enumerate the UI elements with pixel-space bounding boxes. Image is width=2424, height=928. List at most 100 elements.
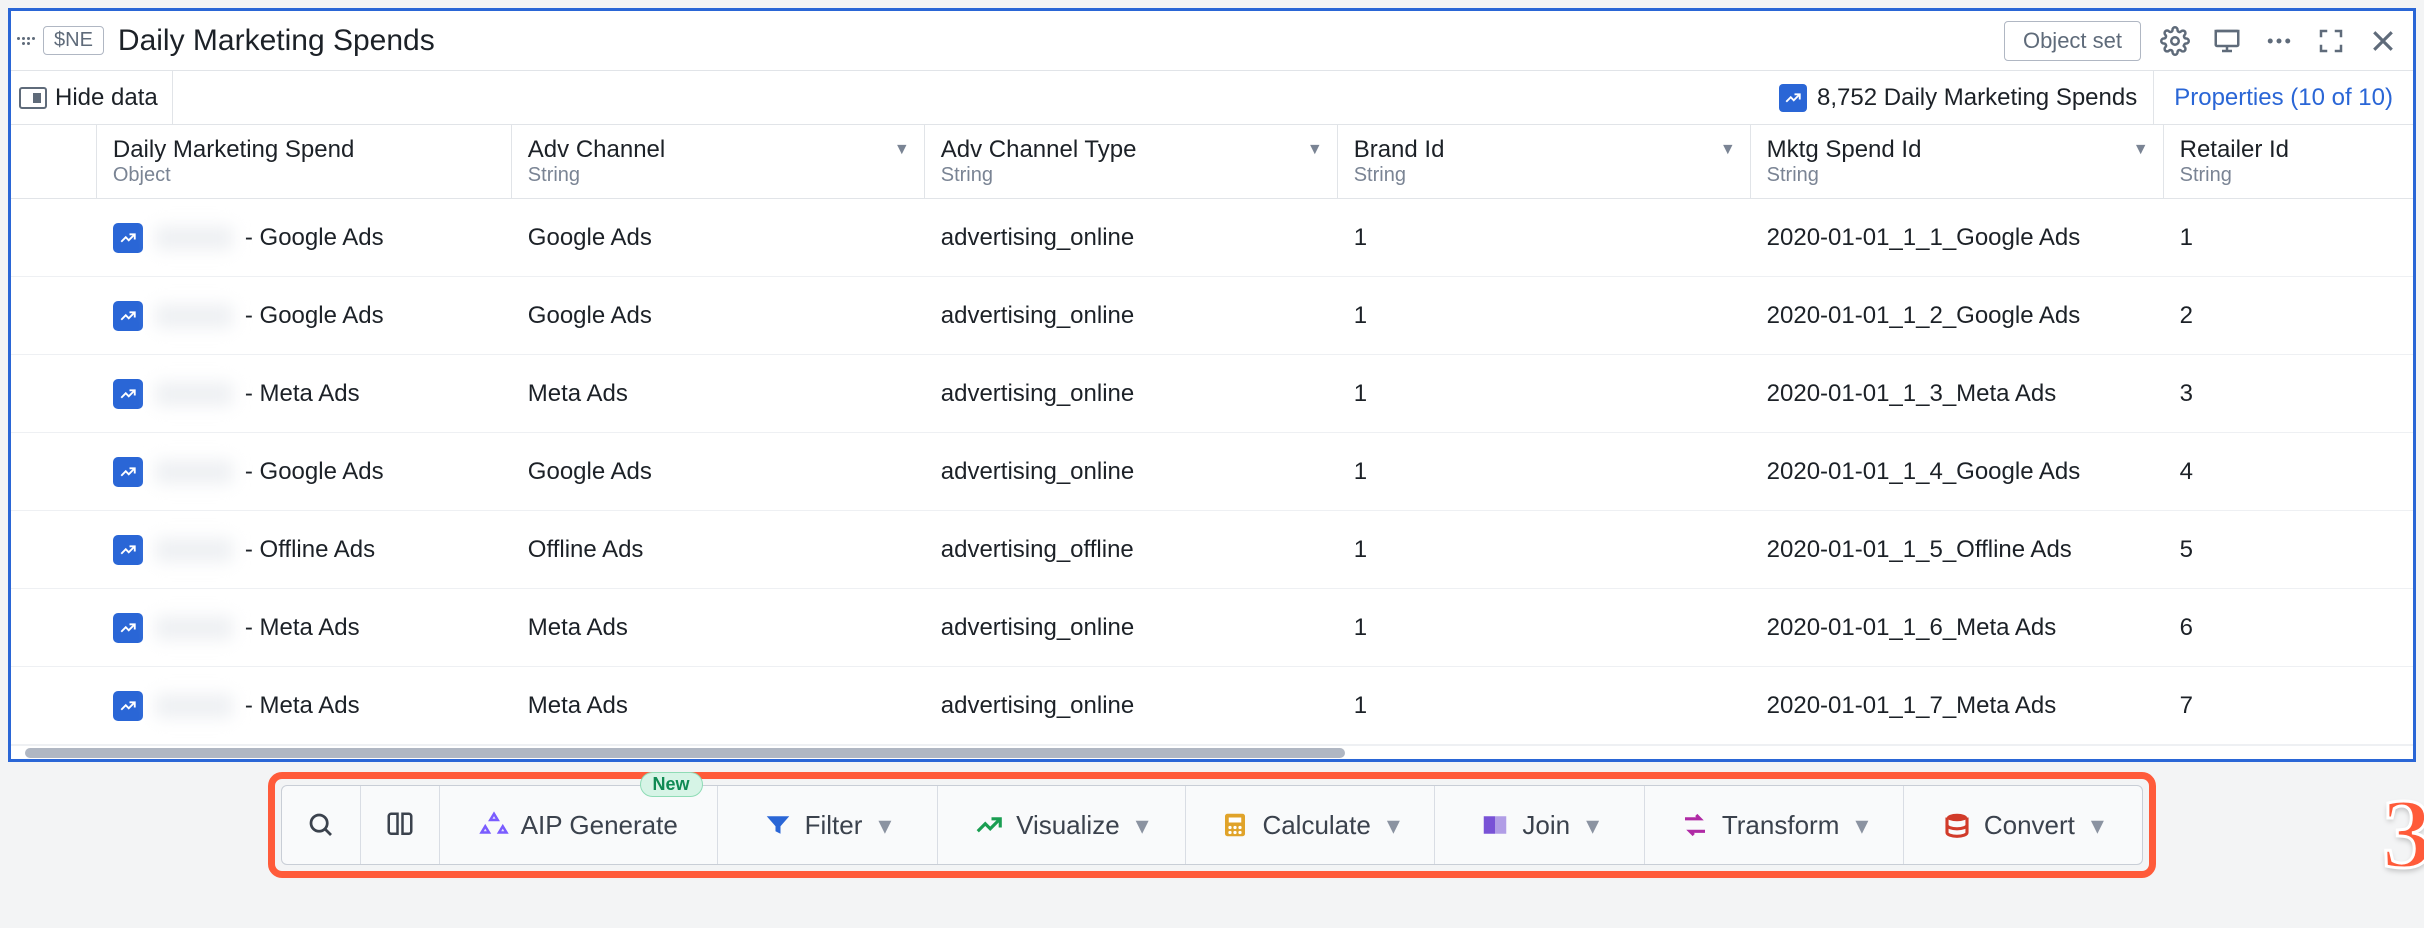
cell-object-suffix: - Google Ads	[245, 224, 384, 252]
filter-label: Filter	[805, 810, 863, 841]
cell-retailer-id: 7	[2164, 692, 2413, 720]
table-row[interactable]: - Google Ads Google Ads advertising_onli…	[11, 199, 2413, 277]
cell-object-suffix: - Google Ads	[245, 458, 384, 486]
close-icon[interactable]	[2365, 23, 2401, 59]
table-row[interactable]: - Google Ads Google Ads advertising_onli…	[11, 277, 2413, 355]
visualize-button[interactable]: Visualize ▾	[938, 786, 1187, 864]
calculate-button[interactable]: Calculate ▾	[1186, 786, 1435, 864]
cell-adv-channel: Meta Ads	[512, 380, 925, 408]
column-header-mktg-spend-id[interactable]: Mktg Spend Id String ▼	[1751, 125, 2164, 198]
object-icon	[113, 691, 143, 721]
cell-object-suffix: - Meta Ads	[245, 380, 360, 408]
annotation-number: 3	[2382, 776, 2424, 891]
gear-icon[interactable]	[2157, 23, 2193, 59]
join-label: Join	[1522, 810, 1570, 841]
cell-object-suffix: - Meta Ads	[245, 692, 360, 720]
drag-handle-icon[interactable]	[17, 28, 35, 54]
cell-object[interactable]: - Google Ads	[97, 301, 512, 331]
scrollbar-thumb[interactable]	[25, 748, 1345, 758]
object-icon	[113, 613, 143, 643]
column-label: Mktg Spend Id	[1767, 136, 2147, 164]
cell-adv-channel-type: advertising_online	[925, 458, 1338, 486]
column-label: Adv Channel	[528, 136, 908, 164]
cell-adv-channel: Offline Ads	[512, 536, 925, 564]
transform-button[interactable]: Transform ▾	[1645, 786, 1903, 864]
table-row[interactable]: - Meta Ads Meta Ads advertising_online 1…	[11, 667, 2413, 745]
object-icon	[113, 535, 143, 565]
cell-brand-id: 1	[1338, 692, 1751, 720]
transform-icon	[1680, 810, 1710, 840]
horizontal-scrollbar[interactable]	[11, 745, 2413, 759]
aip-icon	[479, 810, 509, 840]
column-header-gutter	[11, 125, 97, 198]
properties-link[interactable]: Properties (10 of 10)	[2153, 71, 2413, 124]
cell-object[interactable]: - Google Ads	[97, 457, 512, 487]
aip-generate-button[interactable]: New AIP Generate	[440, 786, 718, 864]
cell-mktg-spend-id: 2020-01-01_1_3_Meta Ads	[1751, 380, 2164, 408]
variable-chip[interactable]: $NE	[43, 26, 104, 55]
redacted-text	[155, 616, 233, 640]
hide-data-label: Hide data	[55, 84, 158, 112]
cell-mktg-spend-id: 2020-01-01_1_7_Meta Ads	[1751, 692, 2164, 720]
chevron-down-icon[interactable]: ▼	[1720, 141, 1736, 159]
cell-object-suffix: - Offline Ads	[245, 536, 375, 564]
join-icon	[1480, 810, 1510, 840]
cell-retailer-id: 2	[2164, 302, 2413, 330]
panel-collapse-icon	[19, 87, 47, 109]
join-button[interactable]: Join ▾	[1435, 786, 1645, 864]
column-header-brand-id[interactable]: Brand Id String ▼	[1338, 125, 1751, 198]
cell-retailer-id: 5	[2164, 536, 2413, 564]
panel-header: $NE Daily Marketing Spends Object set	[11, 11, 2413, 71]
cell-mktg-spend-id: 2020-01-01_1_2_Google Ads	[1751, 302, 2164, 330]
filter-icon	[763, 810, 793, 840]
table-row[interactable]: - Google Ads Google Ads advertising_onli…	[11, 433, 2413, 511]
panel-title: Daily Marketing Spends	[118, 24, 2004, 58]
column-header-adv-channel[interactable]: Adv Channel String ▼	[512, 125, 925, 198]
book-icon	[385, 810, 415, 840]
chevron-down-icon[interactable]: ▼	[1307, 141, 1323, 159]
column-header-object[interactable]: Daily Marketing Spend Object	[97, 125, 512, 198]
redacted-text	[155, 382, 233, 406]
redacted-text	[155, 694, 233, 718]
object-set-panel: $NE Daily Marketing Spends Object set	[8, 8, 2416, 762]
more-icon[interactable]	[2261, 23, 2297, 59]
chevron-down-icon: ▾	[1855, 810, 1868, 841]
table-row[interactable]: - Meta Ads Meta Ads advertising_online 1…	[11, 589, 2413, 667]
cell-object-suffix: - Meta Ads	[245, 614, 360, 642]
object-icon	[113, 301, 143, 331]
presentation-icon[interactable]	[2209, 23, 2245, 59]
column-type: Object	[113, 164, 495, 187]
transform-label: Transform	[1722, 810, 1840, 841]
column-header-retailer-id[interactable]: Retailer Id String	[2164, 125, 2413, 198]
cell-object[interactable]: - Meta Ads	[97, 379, 512, 409]
redacted-text	[155, 304, 233, 328]
object-set-button[interactable]: Object set	[2004, 21, 2141, 61]
docs-button[interactable]	[361, 786, 440, 864]
search-button[interactable]	[282, 786, 361, 864]
cell-object[interactable]: - Offline Ads	[97, 535, 512, 565]
expand-icon[interactable]	[2313, 23, 2349, 59]
column-type: String	[2180, 164, 2397, 187]
chevron-down-icon[interactable]: ▼	[894, 141, 910, 159]
column-type: String	[1767, 164, 2147, 187]
column-type: String	[1354, 164, 1734, 187]
cell-object[interactable]: - Google Ads	[97, 223, 512, 253]
convert-button[interactable]: Convert ▾	[1904, 786, 2142, 864]
column-header-adv-channel-type[interactable]: Adv Channel Type String ▼	[925, 125, 1338, 198]
convert-label: Convert	[1984, 810, 2075, 841]
table-row[interactable]: - Offline Ads Offline Ads advertising_of…	[11, 511, 2413, 589]
filter-button[interactable]: Filter ▾	[718, 786, 938, 864]
chevron-down-icon: ▾	[1136, 810, 1149, 841]
hide-data-button[interactable]: Hide data	[11, 71, 173, 124]
cell-adv-channel: Meta Ads	[512, 614, 925, 642]
cell-mktg-spend-id: 2020-01-01_1_6_Meta Ads	[1751, 614, 2164, 642]
cell-adv-channel-type: advertising_online	[925, 302, 1338, 330]
grid-header-row: Daily Marketing Spend Object Adv Channel…	[11, 125, 2413, 199]
cell-object[interactable]: - Meta Ads	[97, 691, 512, 721]
chevron-down-icon[interactable]: ▼	[2133, 141, 2149, 159]
cell-adv-channel-type: advertising_online	[925, 614, 1338, 642]
chevron-down-icon: ▾	[2091, 810, 2104, 841]
cell-object[interactable]: - Meta Ads	[97, 613, 512, 643]
column-type: String	[941, 164, 1321, 187]
table-row[interactable]: - Meta Ads Meta Ads advertising_online 1…	[11, 355, 2413, 433]
